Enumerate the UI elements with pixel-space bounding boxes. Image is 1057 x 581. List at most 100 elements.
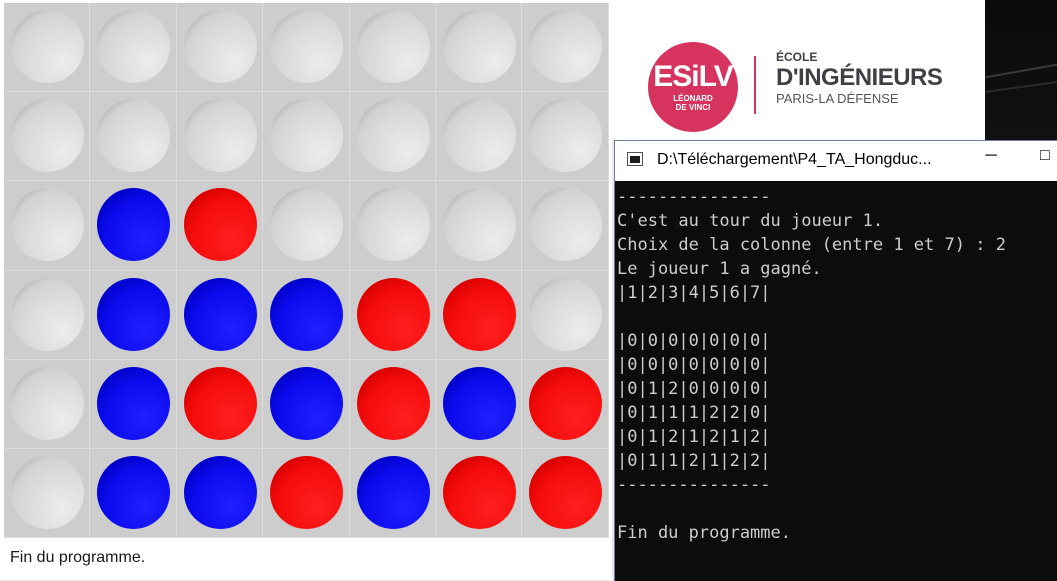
empty-slot <box>11 366 84 440</box>
empty-slot <box>11 455 84 529</box>
logo-sub-text-1: LÉONARD <box>673 94 713 103</box>
board-cell[interactable] <box>522 3 609 93</box>
logo-wordmark: ÉCOLE D'INGÉNIEURS PARIS-LA DÉFENSE <box>776 50 943 106</box>
board-cell[interactable] <box>176 359 264 449</box>
maximize-button[interactable]: □ <box>1040 147 1057 175</box>
board-cell[interactable] <box>349 270 436 360</box>
board-cell[interactable] <box>263 448 350 539</box>
board-cell[interactable] <box>263 359 350 449</box>
desktop-decoration <box>985 63 1057 79</box>
empty-slot <box>97 99 171 173</box>
red-disc <box>183 366 257 440</box>
console-app-icon <box>627 152 643 166</box>
empty-slot <box>11 188 84 262</box>
board-cell[interactable] <box>522 181 609 271</box>
logo-separator <box>754 56 756 114</box>
board-cell[interactable] <box>90 448 177 539</box>
empty-slot <box>270 10 344 83</box>
board-cell[interactable] <box>4 3 91 93</box>
empty-slot <box>11 10 84 83</box>
esilv-logo-icon: ESiLV LÉONARD DE VINCI <box>648 42 738 132</box>
minimize-button[interactable]: ─ <box>971 147 1011 175</box>
empty-slot <box>270 188 344 262</box>
console-line: |0|1|2|0|0|0|0| <box>617 379 771 399</box>
blue-disc <box>97 277 171 351</box>
blue-disc <box>97 455 171 529</box>
blue-disc <box>97 366 171 440</box>
connect-four-window: Fin du programme. <box>0 0 612 580</box>
board-cell[interactable] <box>4 448 91 539</box>
board-cell[interactable] <box>435 92 523 182</box>
board-cell[interactable] <box>176 448 264 539</box>
board-cell[interactable] <box>522 448 609 539</box>
board-cell[interactable] <box>263 3 350 93</box>
logo-sub-text-2: DE VINCI <box>675 103 711 112</box>
board-cell[interactable] <box>90 359 177 449</box>
empty-slot <box>529 99 603 173</box>
board-cell[interactable] <box>4 270 91 360</box>
blue-disc <box>183 455 257 529</box>
board-cell[interactable] <box>349 3 436 93</box>
board-cell[interactable] <box>90 92 177 182</box>
console-line: |0|0|0|0|0|0|0| <box>617 331 771 351</box>
blue-disc <box>270 277 344 351</box>
board-cell[interactable] <box>263 181 350 271</box>
console-line: C'est au tour du joueur 1. <box>617 211 884 231</box>
board-cell[interactable] <box>4 92 91 182</box>
board-cell[interactable] <box>349 448 436 539</box>
empty-slot <box>270 99 344 173</box>
empty-slot <box>183 99 257 173</box>
board-cell[interactable] <box>435 270 523 360</box>
board-cell[interactable] <box>90 181 177 271</box>
board-cell[interactable] <box>435 359 523 449</box>
red-disc <box>356 277 430 351</box>
blue-disc <box>183 277 257 351</box>
board-cell[interactable] <box>522 359 609 449</box>
game-board[interactable] <box>4 3 609 539</box>
board-cell[interactable] <box>263 270 350 360</box>
board-cell[interactable] <box>176 3 264 93</box>
board-cell[interactable] <box>90 270 177 360</box>
empty-slot <box>442 99 516 173</box>
empty-slot <box>11 99 84 173</box>
esilv-logo-banner: ESiLV LÉONARD DE VINCI ÉCOLE D'INGÉNIEUR… <box>612 0 985 140</box>
board-cell[interactable] <box>4 181 91 271</box>
board-cell[interactable] <box>90 3 177 93</box>
board-cell[interactable] <box>4 359 91 449</box>
empty-slot <box>183 10 257 83</box>
board-cell[interactable] <box>176 270 264 360</box>
desktop-decoration <box>985 80 1057 94</box>
logo-line-ecole: ÉCOLE <box>776 50 818 64</box>
board-cell[interactable] <box>349 181 436 271</box>
board-cell[interactable] <box>176 92 264 182</box>
board-cell[interactable] <box>176 181 264 271</box>
console-line: --------------- <box>617 187 771 207</box>
empty-slot <box>442 188 516 262</box>
empty-slot <box>442 10 516 83</box>
board-cell[interactable] <box>349 92 436 182</box>
status-bar: Fin du programme. <box>0 540 612 580</box>
empty-slot <box>356 10 430 83</box>
console-output[interactable]: --------------- C'est au tour du joueur 1… <box>617 185 1055 575</box>
console-window[interactable]: D:\Téléchargement\P4_TA_Hongduc... ─ □ -… <box>614 140 1057 581</box>
red-disc <box>442 277 516 351</box>
console-line: |0|0|0|0|0|0|0| <box>617 355 771 375</box>
board-cell[interactable] <box>349 359 436 449</box>
blue-disc <box>97 188 171 262</box>
console-line: |0|1|2|1|2|1|2| <box>617 427 771 447</box>
console-line: Le joueur 1 a gagné. <box>617 259 822 279</box>
board-cell[interactable] <box>435 3 523 93</box>
console-line: |1|2|3|4|5|6|7| <box>617 283 771 303</box>
empty-slot <box>529 277 603 351</box>
board-cell[interactable] <box>522 92 609 182</box>
red-disc <box>529 455 603 529</box>
console-titlebar[interactable]: D:\Téléchargement\P4_TA_Hongduc... ─ □ <box>615 141 1057 181</box>
board-cell[interactable] <box>435 448 523 539</box>
board-cell[interactable] <box>263 92 350 182</box>
board-cell[interactable] <box>522 270 609 360</box>
logo-line-ingenieurs: D'INGÉNIEURS <box>776 64 943 91</box>
board-cell[interactable] <box>435 181 523 271</box>
logo-main-text: ESiLV <box>653 60 733 93</box>
